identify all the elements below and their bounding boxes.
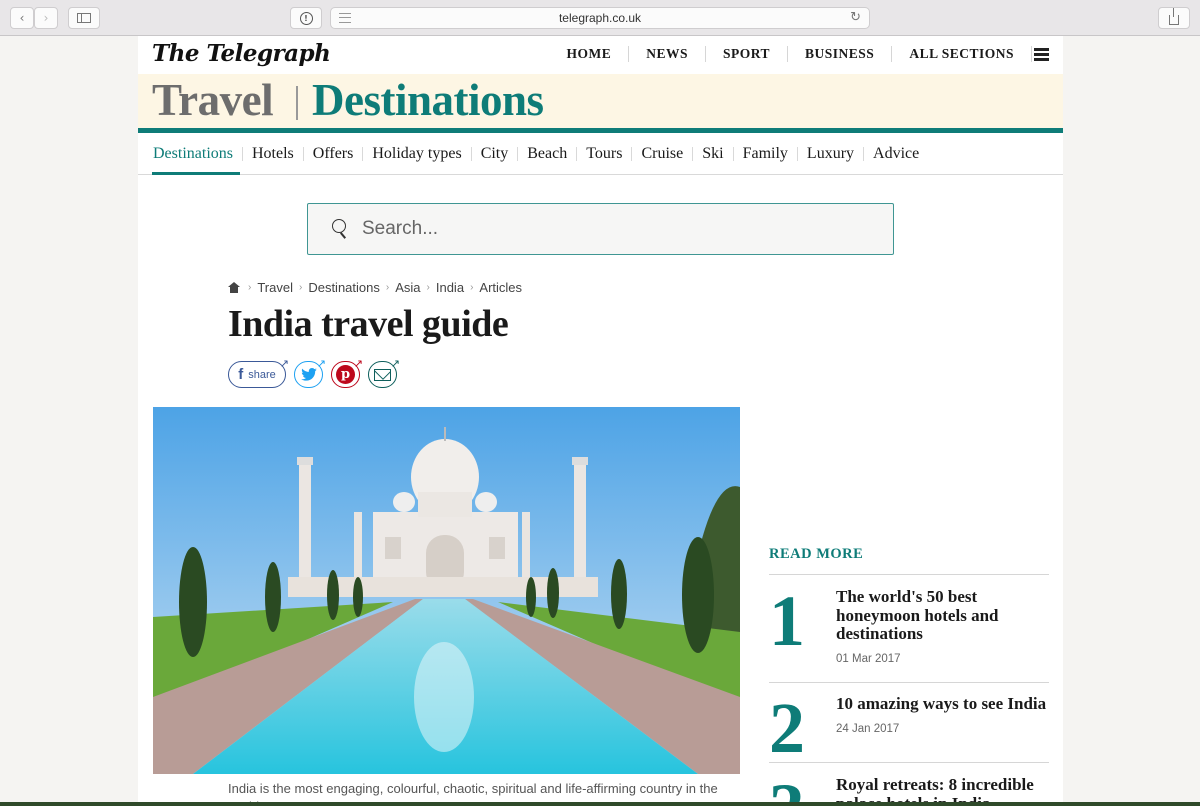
nav-home[interactable]: HOME (549, 46, 630, 62)
facebook-share-button[interactable]: f share ↗ (228, 357, 289, 388)
chevron-right-icon: › (426, 282, 430, 293)
envelope-icon (374, 368, 391, 381)
subnav-tours[interactable]: Tours (576, 145, 631, 161)
item-number: 1 (769, 581, 805, 661)
masthead: The Telegraph HOME NEWS SPORT BUSINESS A… (138, 36, 1063, 74)
subnav-cruise[interactable]: Cruise (631, 145, 692, 161)
hero-image (153, 407, 740, 774)
divider (769, 574, 1049, 575)
nav-business[interactable]: BUSINESS (788, 46, 893, 62)
breadcrumb-travel[interactable]: Travel (257, 280, 293, 295)
divider (769, 682, 1049, 683)
menu-icon[interactable] (1034, 48, 1049, 61)
item-date: 01 Mar 2017 (836, 653, 901, 665)
item-date: 24 Jan 2017 (836, 723, 900, 735)
subnav-ski[interactable]: Ski (692, 145, 732, 161)
search-icon (332, 219, 346, 233)
divider (769, 762, 1049, 763)
subnav-offers[interactable]: Offers (302, 145, 363, 161)
section-title-destinations[interactable]: Destinations (312, 74, 544, 126)
subnav-city[interactable]: City (470, 145, 518, 161)
home-icon[interactable] (228, 282, 240, 293)
section-title-travel[interactable]: Travel (152, 74, 274, 126)
twitter-bird-icon (300, 368, 317, 381)
subnav-destinations[interactable]: Destinations (152, 145, 242, 175)
banner-divider (296, 86, 298, 120)
reload-icon[interactable]: ↻ (850, 10, 861, 25)
subnav-holiday-types[interactable]: Holiday types (362, 145, 470, 161)
facebook-icon: f (238, 366, 244, 383)
search-box[interactable] (307, 203, 894, 255)
chevron-left-icon: ‹ (19, 11, 25, 25)
taj-mahal-photo (153, 407, 740, 774)
read-more-item-1[interactable]: 1 The world's 50 best honeymoon hotels a… (769, 581, 1051, 678)
email-share-button[interactable]: ↗ (368, 357, 400, 388)
breadcrumb: › Travel › Destinations › Asia › India ›… (228, 280, 528, 295)
pinterest-icon: p (336, 365, 355, 384)
share-label: share (248, 368, 276, 381)
breadcrumb-asia[interactable]: Asia (395, 280, 420, 295)
section-subnav: Destinations Hotels Offers Holiday types… (138, 133, 1063, 175)
external-arrow-icon: ↗ (390, 357, 400, 370)
sidebar-icon (77, 13, 91, 23)
chevron-right-icon: › (248, 282, 252, 293)
page-content: The Telegraph HOME NEWS SPORT BUSINESS A… (138, 36, 1063, 806)
search-input[interactable] (362, 214, 862, 244)
browser-toolbar: ‹ › ! telegraph.co.uk ↻ (0, 0, 1200, 36)
reader-icon[interactable] (339, 13, 351, 23)
telegraph-logo[interactable]: The Telegraph (152, 40, 331, 67)
share-buttons: f share ↗ ↗ p ↗ ↗ (228, 357, 405, 388)
address-bar[interactable]: telegraph.co.uk ↻ (330, 7, 870, 29)
top-navigation: HOME NEWS SPORT BUSINESS ALL SECTIONS (549, 46, 1049, 62)
twitter-share-button[interactable]: ↗ (294, 357, 326, 388)
breadcrumb-destinations[interactable]: Destinations (308, 280, 380, 295)
read-more-heading: READ MORE (769, 546, 864, 562)
section-banner: Travel Destinations (138, 74, 1063, 128)
read-more-item-2[interactable]: 2 10 amazing ways to see India 24 Jan 20… (769, 688, 1051, 768)
external-arrow-icon: ↗ (279, 357, 289, 370)
nav-all-sections[interactable]: ALL SECTIONS (892, 46, 1032, 62)
chevron-right-icon: › (43, 11, 49, 25)
breadcrumb-india[interactable]: India (436, 280, 464, 295)
bottom-edge (0, 802, 1200, 806)
external-arrow-icon: ↗ (353, 357, 363, 370)
subnav-luxury[interactable]: Luxury (796, 145, 863, 161)
nav-sport[interactable]: SPORT (706, 46, 789, 62)
subnav-advice[interactable]: Advice (863, 145, 928, 161)
url-text: telegraph.co.uk (558, 11, 642, 25)
back-button[interactable]: ‹ (10, 7, 34, 29)
sidebar-toggle-button[interactable] (68, 7, 100, 29)
privacy-report-button[interactable]: ! (290, 7, 322, 29)
item-title[interactable]: The world's 50 best honeymoon hotels and… (836, 587, 1051, 644)
forward-button[interactable]: › (34, 7, 58, 29)
item-title[interactable]: 10 amazing ways to see India (836, 694, 1051, 714)
chevron-right-icon: › (298, 282, 303, 293)
subnav-hotels[interactable]: Hotels (242, 145, 303, 161)
page-title: India travel guide (228, 303, 509, 345)
share-button[interactable] (1158, 7, 1190, 29)
chevron-right-icon: › (385, 282, 390, 293)
chevron-right-icon: › (470, 282, 474, 293)
subnav-family[interactable]: Family (732, 145, 797, 161)
external-arrow-icon: ↗ (316, 357, 326, 370)
share-icon (1169, 8, 1179, 25)
pinterest-share-button[interactable]: p ↗ (331, 357, 363, 388)
subnav-beach[interactable]: Beach (517, 145, 576, 161)
item-number: 2 (769, 688, 805, 768)
nav-news[interactable]: NEWS (629, 46, 706, 62)
info-shield-icon: ! (299, 11, 313, 25)
breadcrumb-articles[interactable]: Articles (479, 280, 522, 295)
